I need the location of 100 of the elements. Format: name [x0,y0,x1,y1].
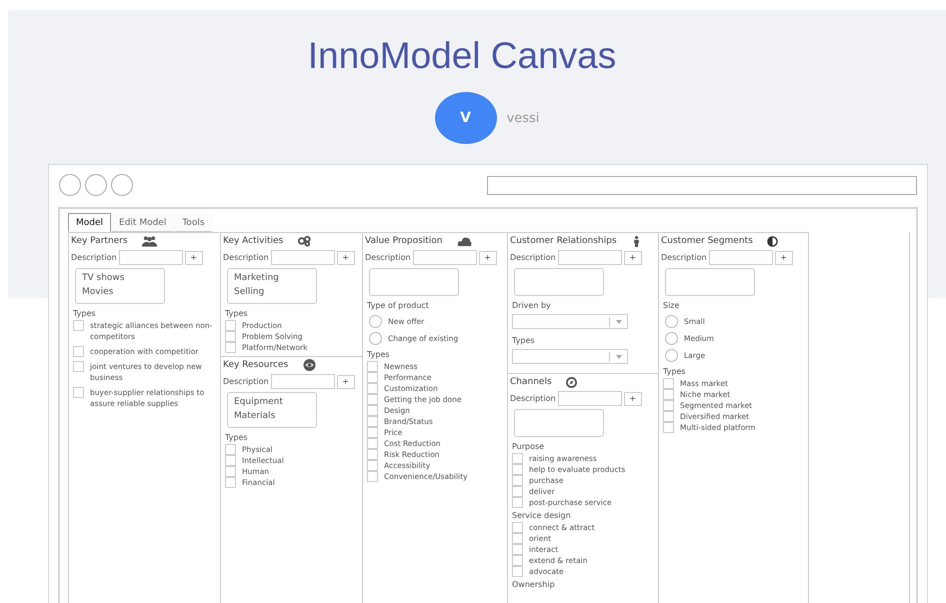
description-field[interactable] [558,391,622,406]
checkbox[interactable] [512,522,523,533]
checkbox[interactable] [512,475,523,486]
address-bar[interactable] [487,176,917,194]
group-label: Types [73,308,97,319]
checkbox[interactable] [367,416,378,427]
add-button[interactable]: + [336,250,355,264]
checkbox[interactable] [225,342,236,353]
checkbox[interactable] [73,387,84,398]
checkbox[interactable] [663,400,674,411]
checkbox[interactable] [663,378,674,389]
description-field[interactable] [708,250,773,265]
checkbox[interactable] [73,346,84,357]
group-label: Ownership [512,579,556,590]
group-label: Type of product [367,300,430,311]
checkbox[interactable] [512,544,523,555]
caret-icon [616,354,622,358]
checkbox[interactable] [367,361,378,372]
checkbox[interactable] [512,464,523,475]
group-label: Driven by [512,300,552,311]
item-list[interactable] [665,268,755,296]
item-list[interactable] [514,268,604,296]
panel-title: Customer Segments [661,236,753,246]
checkbox[interactable] [663,422,674,433]
item-list[interactable] [514,409,604,437]
add-button[interactable]: + [624,392,642,406]
tab[interactable]: Edit Model [111,213,174,232]
group-label: Types [663,366,687,377]
checkbox[interactable] [225,444,236,455]
radio-button[interactable] [369,332,382,345]
checkbox[interactable] [367,394,378,405]
checkbox[interactable] [367,471,378,482]
panel-title: Value Proposition [365,236,443,246]
field-label: Description [661,253,707,262]
list-item[interactable]: Selling [234,285,310,299]
add-button[interactable]: + [336,374,355,388]
radio-button[interactable] [665,332,678,345]
checkbox[interactable] [367,449,378,460]
user-name: vessi [506,110,540,126]
tab[interactable]: Model [68,213,112,232]
radio-button[interactable] [665,315,678,328]
dropdown[interactable] [512,314,628,329]
checkbox[interactable] [73,361,84,372]
half-circle-icon [766,236,778,246]
checkbox[interactable] [663,411,674,422]
dropdown[interactable] [512,349,628,364]
checkbox[interactable] [367,427,378,438]
panel-title: Key Activities [223,236,284,246]
checkbox[interactable] [225,455,236,466]
list-item[interactable]: Materials [234,409,310,423]
checkbox[interactable] [512,486,523,497]
checkbox[interactable] [512,533,523,544]
checkbox[interactable] [73,320,84,331]
group-label: Types [512,335,536,346]
checkbox[interactable] [367,438,378,449]
description-field[interactable] [558,250,622,265]
window-control-icon[interactable] [85,174,107,196]
user-avatar[interactable]: V [434,92,497,144]
checkbox[interactable] [512,566,523,577]
list-item[interactable]: TV shows [82,271,158,285]
checkbox[interactable] [512,497,523,508]
item-list[interactable] [369,268,459,296]
window-control-icon[interactable] [111,174,133,196]
group-label: Purpose [512,441,546,452]
compass-icon [566,376,577,388]
description-field[interactable] [118,250,183,265]
list-item[interactable]: Equipment [234,395,310,409]
radio-button[interactable] [369,315,382,328]
item-list[interactable]: Marketing Selling [227,268,317,304]
checkbox[interactable] [663,389,674,400]
checkbox[interactable] [367,372,378,383]
checkbox[interactable] [225,320,236,331]
checkbox[interactable] [367,460,378,471]
checkbox[interactable] [512,555,523,566]
field-label: Description [510,253,556,262]
checkbox[interactable] [512,453,523,464]
checkbox[interactable] [225,331,236,342]
description-field[interactable] [412,250,477,265]
radio-button[interactable] [665,349,678,362]
add-button[interactable]: + [774,250,793,264]
checkbox[interactable] [225,466,236,477]
panel-title: Key Resources [223,360,288,370]
checkbox[interactable] [225,477,236,488]
page-title: InnoModel Canvas [308,34,616,78]
add-button[interactable]: + [624,250,642,264]
list-item[interactable]: Movies [82,285,158,299]
list-item[interactable]: Marketing [234,271,310,285]
field-label: Description [510,394,556,403]
group-label: Size [663,300,680,311]
tab[interactable]: Tools [174,213,213,232]
checkbox[interactable] [367,405,378,416]
checkbox[interactable] [367,383,378,394]
add-button[interactable]: + [478,250,497,264]
item-list[interactable]: TV shows Movies [75,268,165,304]
description-field[interactable] [270,374,335,389]
window-control-icon[interactable] [59,174,81,196]
add-button[interactable]: + [184,250,203,264]
group-label: Types [225,432,249,443]
description-field[interactable] [270,250,335,265]
item-list[interactable]: Equipment Materials [227,392,317,428]
